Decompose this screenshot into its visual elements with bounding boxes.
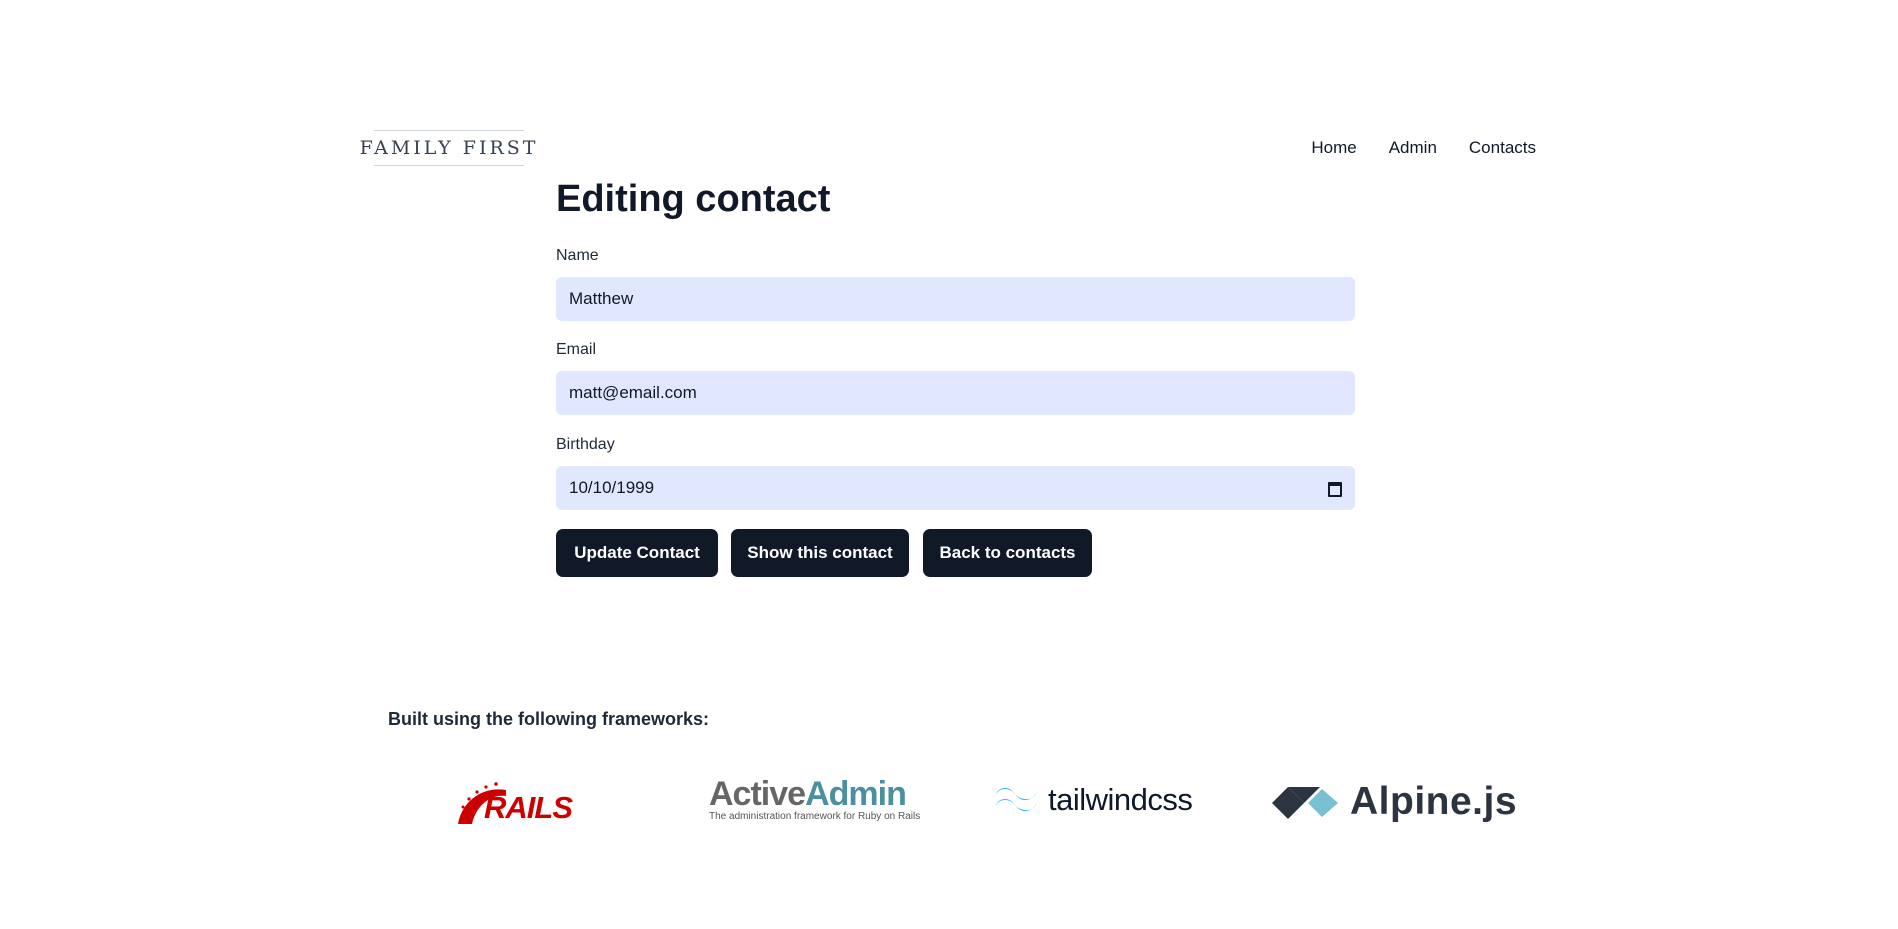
calendar-icon[interactable] — [1328, 481, 1342, 497]
activeadmin-wordmark-admin: Admin — [805, 775, 907, 813]
rails-wordmark: RAILS — [484, 790, 573, 825]
email-label: Email — [556, 341, 597, 358]
email-field[interactable]: matt@email.com — [556, 371, 1355, 415]
alpine-icon — [1272, 787, 1338, 819]
main-nav: Home Admin Contacts — [1311, 138, 1536, 158]
email-value: matt@email.com — [569, 383, 697, 402]
frameworks-heading: Built using the following frameworks: — [388, 709, 710, 729]
tailwind-wordmark: tailwindcss — [1048, 782, 1193, 817]
back-to-contacts-button[interactable]: Back to contacts — [923, 529, 1092, 577]
nav-admin[interactable]: Admin — [1389, 138, 1437, 158]
page-title: Editing contact — [556, 178, 831, 220]
birthday-label: Birthday — [556, 436, 615, 453]
show-contact-button[interactable]: Show this contact — [731, 529, 909, 577]
update-contact-button[interactable]: Update Contact — [556, 529, 718, 577]
alpine-wordmark: Alpine.js — [1350, 780, 1518, 823]
site-logo[interactable]: FAMILY FIRST — [360, 130, 535, 166]
birthday-field[interactable]: 10/10/1999 — [556, 466, 1355, 510]
activeadmin-tagline: The administration framework for Ruby on… — [709, 811, 921, 822]
tailwindcss-logo[interactable]: tailwindcss — [994, 782, 1193, 818]
activeadmin-wordmark: ActiveAdmin — [709, 776, 920, 812]
name-label: Name — [556, 247, 599, 264]
rails-logo[interactable]: RAILS — [456, 778, 576, 828]
nav-home[interactable]: Home — [1311, 138, 1356, 158]
activeadmin-wordmark-active: Active — [709, 775, 806, 813]
birthday-value: 10/10/1999 — [569, 478, 655, 497]
name-field[interactable]: Matthew — [556, 277, 1355, 321]
nav-contacts[interactable]: Contacts — [1469, 138, 1536, 158]
activeadmin-logo[interactable]: ActiveAdmin The administration framework… — [709, 776, 920, 822]
tailwind-wave-icon — [995, 788, 1037, 811]
logo-text: FAMILY FIRST — [359, 137, 539, 159]
alpinejs-logo[interactable]: Alpine.js — [1272, 780, 1517, 824]
name-value: Matthew — [569, 289, 634, 308]
